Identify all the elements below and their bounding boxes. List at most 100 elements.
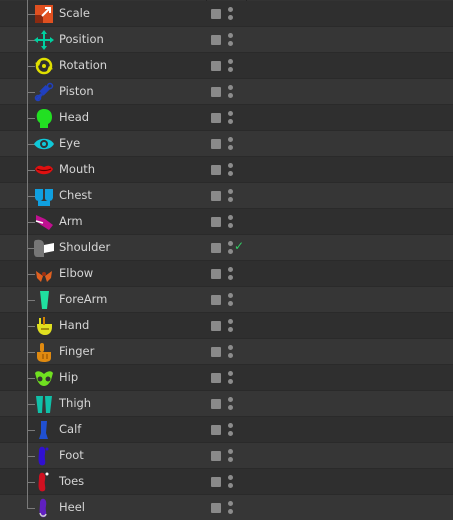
row-label: Position [59,32,104,46]
tree-row-head[interactable]: Head [0,105,453,131]
chest-icon [33,185,55,207]
layer-checkbox[interactable] [211,113,221,123]
layer-checkbox[interactable] [211,9,221,19]
tree-row-toes[interactable]: Toes [0,469,453,495]
foot-icon [33,445,55,467]
tree-trunk-line [27,0,28,509]
row-label: Heel [59,500,85,514]
position-icon [33,29,55,51]
head-icon [33,107,55,129]
tree-row-arm[interactable]: Arm [0,209,453,235]
tree-row-calf[interactable]: Calf [0,417,453,443]
visibility-dots-icon[interactable] [228,59,233,73]
visibility-dots-icon[interactable] [228,7,233,21]
visibility-dots-icon[interactable] [228,319,233,333]
tree-row-piston[interactable]: Piston [0,79,453,105]
visibility-dots-icon[interactable] [228,345,233,359]
tree-row-heel[interactable]: Heel [0,495,453,520]
row-label: Scale [59,6,90,20]
tree-row-foot[interactable]: Foot [0,443,453,469]
checkmark-icon[interactable]: ✓ [234,240,244,252]
layer-checkbox[interactable] [211,87,221,97]
finger-icon [33,341,55,363]
row-label: Hip [59,370,79,384]
object-manager-panel: Scale Position Rotation Piston Head Eye Mouth C… [0,0,453,520]
piston-icon [33,81,55,103]
arm-icon [33,211,55,233]
shoulder-icon [33,237,55,259]
hand-icon [33,315,55,337]
hip-icon [33,367,55,389]
row-label: ForeArm [59,292,108,306]
row-label: Thigh [59,396,92,410]
rotation-icon [33,55,55,77]
visibility-dots-icon[interactable] [228,449,233,463]
layer-checkbox[interactable] [211,191,221,201]
layer-checkbox[interactable] [211,503,221,513]
layer-checkbox[interactable] [211,217,221,227]
layer-checkbox[interactable] [211,399,221,409]
layer-checkbox[interactable] [211,477,221,487]
visibility-dots-icon[interactable] [228,267,233,281]
tree-row-rotation[interactable]: Rotation [0,53,453,79]
scale-icon [33,3,55,25]
layer-checkbox[interactable] [211,61,221,71]
layer-checkbox[interactable] [211,243,221,253]
layer-checkbox[interactable] [211,373,221,383]
layer-checkbox[interactable] [211,425,221,435]
tree-row-forearm[interactable]: ForeArm [0,287,453,313]
tree-row-scale[interactable]: Scale [0,1,453,27]
layer-checkbox[interactable] [211,139,221,149]
calf-icon [33,419,55,441]
visibility-dots-icon[interactable] [228,111,233,125]
thigh-icon [33,393,55,415]
elbow-icon [33,263,55,285]
tree-row-position[interactable]: Position [0,27,453,53]
tree-row-mouth[interactable]: Mouth [0,157,453,183]
tree-row-chest[interactable]: Chest [0,183,453,209]
tree-row-shoulder[interactable]: Shoulder ✓ [0,235,453,261]
visibility-dots-icon[interactable] [228,163,233,177]
layer-checkbox[interactable] [211,269,221,279]
visibility-dots-icon[interactable] [228,33,233,47]
layer-checkbox[interactable] [211,35,221,45]
row-label: Calf [59,422,82,436]
visibility-dots-icon[interactable] [228,397,233,411]
row-label: Chest [59,188,92,202]
tree-row-eye[interactable]: Eye [0,131,453,157]
heel-icon [33,497,55,519]
row-label: Mouth [59,162,96,176]
visibility-dots-icon[interactable] [228,293,233,307]
layer-checkbox[interactable] [211,347,221,357]
forearm-icon [33,289,55,311]
row-label: Arm [59,214,83,228]
visibility-dots-icon[interactable] [228,137,233,151]
visibility-dots-icon[interactable] [228,371,233,385]
row-label: Shoulder [59,240,111,254]
tree-row-hand[interactable]: Hand [0,313,453,339]
mouth-icon [33,159,55,181]
layer-checkbox[interactable] [211,451,221,461]
visibility-dots-icon[interactable] [228,241,233,255]
layer-checkbox[interactable] [211,165,221,175]
row-label: Foot [59,448,84,462]
visibility-dots-icon[interactable] [228,475,233,489]
eye-icon [33,133,55,155]
tree-row-thigh[interactable]: Thigh [0,391,453,417]
layer-checkbox[interactable] [211,321,221,331]
row-label: Piston [59,84,94,98]
visibility-dots-icon[interactable] [228,189,233,203]
visibility-dots-icon[interactable] [228,501,233,515]
tree-row-finger[interactable]: Finger [0,339,453,365]
tree-row-elbow[interactable]: Elbow [0,261,453,287]
tree-row-hip[interactable]: Hip [0,365,453,391]
row-label: Rotation [59,58,108,72]
row-label: Elbow [59,266,94,280]
visibility-dots-icon[interactable] [228,85,233,99]
row-label: Head [59,110,90,124]
visibility-dots-icon[interactable] [228,215,233,229]
layer-checkbox[interactable] [211,295,221,305]
visibility-dots-icon[interactable] [228,423,233,437]
row-label: Hand [59,318,90,332]
row-label: Finger [59,344,95,358]
